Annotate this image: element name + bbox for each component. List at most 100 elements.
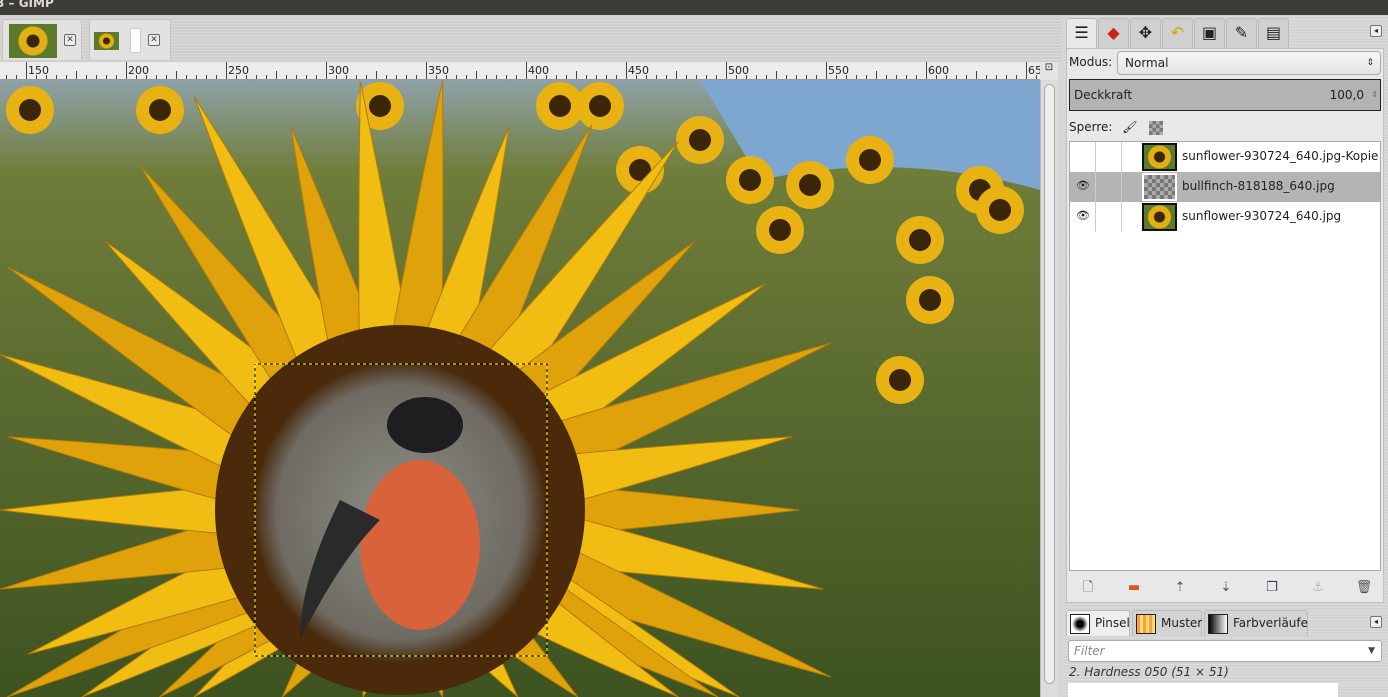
duplicate-layer-icon[interactable]: ❐ <box>1263 579 1281 597</box>
background-sunflower-center <box>549 95 571 117</box>
ruler-tick <box>696 75 697 79</box>
ruler-tick <box>626 62 627 79</box>
ruler-tick <box>86 75 87 79</box>
new-layer-group-icon[interactable]: ▬ <box>1125 579 1143 597</box>
ruler-tick <box>576 71 577 79</box>
new-layer-icon[interactable]: 🗋 <box>1079 579 1097 597</box>
tab-channels[interactable]: ◆ <box>1098 18 1129 48</box>
vertical-scrollbar[interactable] <box>1040 80 1058 697</box>
ruler-tick <box>686 75 687 79</box>
tab-gradients[interactable]: ▤ <box>1258 18 1289 48</box>
panel-menu-icon[interactable]: ◂ <box>1370 25 1382 37</box>
ruler-tick <box>486 75 487 79</box>
mode-value: Normal <box>1125 56 1169 70</box>
lock-pixels-icon[interactable]: 🖌 <box>1122 120 1137 134</box>
visibility-toggle[interactable]: 👁 <box>1070 202 1096 232</box>
chain-toggle[interactable] <box>1096 172 1122 202</box>
close-icon[interactable]: ✕ <box>64 34 76 46</box>
tab-patterns[interactable]: Muster <box>1132 610 1202 636</box>
visibility-toggle[interactable] <box>1070 142 1096 172</box>
ruler-tick <box>976 71 977 79</box>
ruler-tick <box>96 75 97 79</box>
tab-label: Muster <box>1161 616 1203 630</box>
background-sunflower-center <box>739 169 761 191</box>
layer-row[interactable]: 👁 sunflower-930724_640.jpg <box>1070 202 1380 232</box>
panel-menu-icon[interactable]: ◂ <box>1370 616 1382 628</box>
horizontal-ruler[interactable]: 150 200 250 300 350 400 450 500 550 600 65 <box>0 62 1040 80</box>
ruler-tick <box>286 75 287 79</box>
ruler-tick <box>56 75 57 79</box>
filter-input[interactable]: Filter ▼ <box>1068 640 1382 662</box>
layers-list: sunflower-930724_640.jpg-Kopie 👁 bullfinch… <box>1069 141 1381 571</box>
ruler-tick <box>186 75 187 79</box>
tab-gradients[interactable]: Farbverläufe <box>1204 610 1308 636</box>
image-thumbnail <box>94 32 119 50</box>
spin-arrows-icon: ⇕ <box>1366 58 1374 68</box>
anchor-icon[interactable]: ⚓ <box>1309 579 1327 597</box>
ruler-tick <box>786 75 787 79</box>
ruler-tick <box>316 75 317 79</box>
chain-toggle[interactable] <box>1096 202 1122 232</box>
mode-select[interactable]: Normal ⇕ <box>1117 51 1381 75</box>
ruler-tick <box>806 75 807 79</box>
ruler-tick <box>176 71 177 79</box>
navigate-icon[interactable]: ⊡ <box>1040 62 1058 80</box>
tab-layers[interactable]: ☰ <box>1066 18 1097 50</box>
dropdown-arrow-icon[interactable]: ▼ <box>1368 641 1375 661</box>
paths-icon: ✥ <box>1138 23 1153 42</box>
layers-icon: ☰ <box>1074 23 1089 42</box>
lock-alpha-icon[interactable] <box>1149 120 1164 135</box>
image-tab-sunflower[interactable]: ✕ <box>2 19 82 60</box>
layer-row[interactable]: 👁 bullfinch-818188_640.jpg <box>1070 172 1380 202</box>
window-title: 3 – GIMP <box>0 0 54 10</box>
tab-undo-history[interactable]: ↶ <box>1162 18 1193 48</box>
tab-paths[interactable]: ✥ <box>1130 18 1161 48</box>
opacity-slider[interactable]: Deckkraft 100,0 ⇕ <box>1069 79 1381 111</box>
ruler-tick <box>566 75 567 79</box>
chain-toggle[interactable] <box>1096 142 1122 172</box>
ruler-tick <box>386 75 387 79</box>
opacity-value: 100,0 <box>1329 88 1364 102</box>
ruler-tick <box>256 75 257 79</box>
lower-layer-icon[interactable]: ⇣ <box>1217 579 1235 597</box>
close-icon[interactable]: ✕ <box>148 34 160 46</box>
background-sunflower-center <box>909 229 931 251</box>
brush-icon <box>1070 614 1090 634</box>
spin-arrows-icon[interactable]: ⇕ <box>1371 80 1378 110</box>
ruler-tick <box>206 75 207 79</box>
image-canvas[interactable] <box>0 80 1040 697</box>
ruler-label: 350 <box>428 64 449 77</box>
ruler-tick <box>426 62 427 79</box>
ruler-tick <box>196 75 197 79</box>
ruler-tick <box>606 75 607 79</box>
ruler-tick <box>66 75 67 79</box>
ruler-tick <box>816 75 817 79</box>
ruler-label: 250 <box>228 64 249 77</box>
ruler-tick <box>1006 75 1007 79</box>
delete-layer-icon[interactable]: 🗑 <box>1355 579 1373 597</box>
ruler-tick <box>496 75 497 79</box>
ruler-tick <box>956 75 957 79</box>
ruler-tick <box>886 75 887 79</box>
ruler-tick <box>676 71 677 79</box>
image-tab-composition[interactable]: ✕ <box>89 19 171 60</box>
visibility-toggle[interactable]: 👁 <box>1070 172 1096 202</box>
ruler-tick <box>826 62 827 79</box>
layer-row[interactable]: sunflower-930724_640.jpg-Kopie <box>1070 142 1380 172</box>
ruler-tick <box>266 75 267 79</box>
scrollbar-thumb[interactable] <box>1044 84 1055 684</box>
brush-grid[interactable] <box>1068 683 1338 697</box>
ruler-tick <box>966 75 967 79</box>
ruler-label: 300 <box>328 64 349 77</box>
tab-brushes[interactable]: Pinsel <box>1066 610 1130 636</box>
raise-layer-icon[interactable]: ⇡ <box>1171 579 1189 597</box>
brush-icon: ✎ <box>1234 23 1249 42</box>
tab-label: Pinsel <box>1095 616 1130 630</box>
background-sunflower-center <box>689 129 711 151</box>
ruler-tick <box>416 75 417 79</box>
tab-tool-options[interactable]: ✎ <box>1226 18 1257 48</box>
ruler-tick <box>726 62 727 79</box>
ruler-tick <box>166 75 167 79</box>
ruler-tick <box>856 75 857 79</box>
tab-images[interactable]: ▣ <box>1194 18 1225 48</box>
